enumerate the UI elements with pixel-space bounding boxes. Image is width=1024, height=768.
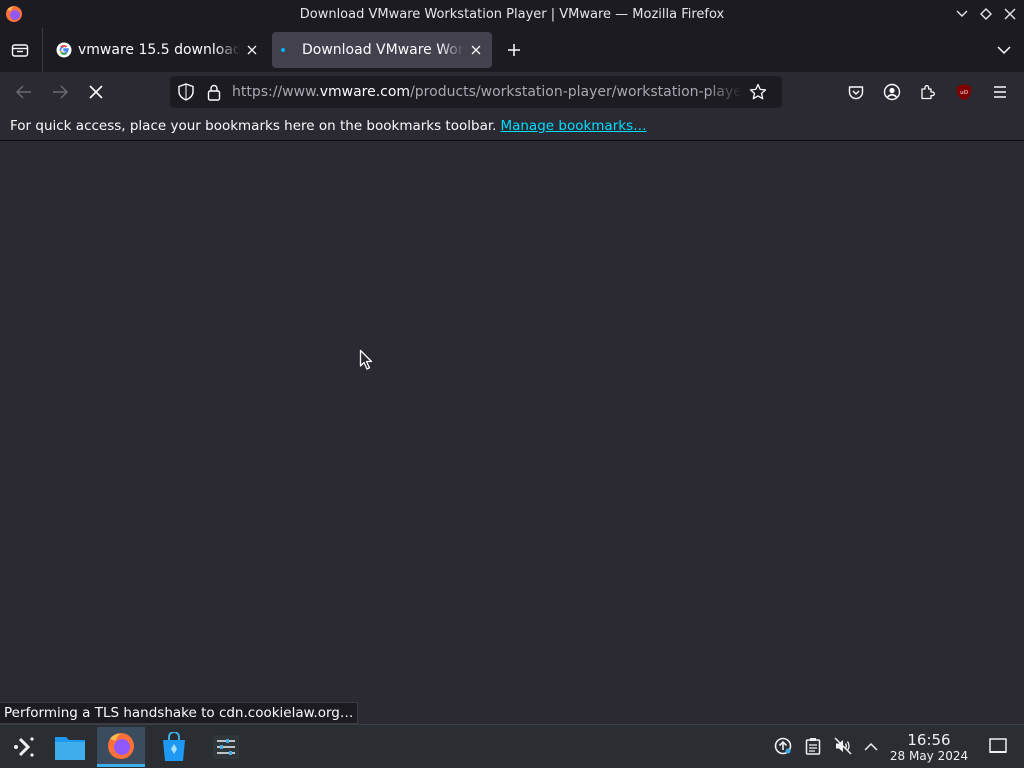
hamburger-menu-icon[interactable] <box>988 80 1012 104</box>
window-titlebar: Download VMware Workstation Player | VMw… <box>0 0 1024 28</box>
google-icon <box>56 42 72 58</box>
close-tab-icon[interactable] <box>468 42 484 58</box>
bookmarks-toolbar: For quick access, place your bookmarks h… <box>0 112 1024 141</box>
forward-button[interactable] <box>48 80 72 104</box>
volume-muted-icon[interactable] <box>832 735 854 757</box>
tracking-protection-shield-icon[interactable] <box>176 82 196 102</box>
update-notifier-icon[interactable] <box>772 735 794 757</box>
new-tab-button[interactable] <box>502 40 526 60</box>
tab-vmware-download[interactable]: Download VMware Workstation Player | VMw… <box>272 32 492 68</box>
minimize-button[interactable] <box>952 4 972 24</box>
clipboard-icon[interactable] <box>802 735 824 757</box>
show-desktop-icon[interactable] <box>987 735 1009 757</box>
tab-strip: vmware 15.5 download Download VMware Wor… <box>0 28 1024 72</box>
svg-text:uO: uO <box>960 90 968 96</box>
app-launcher-icon[interactable] <box>0 727 48 767</box>
tab-label: Download VMware Workstation Player | VMw… <box>302 42 464 58</box>
mouse-cursor-icon <box>359 349 373 375</box>
tab-label: vmware 15.5 download <box>78 42 240 58</box>
maximize-button[interactable] <box>976 4 996 24</box>
clock-time: 16:56 <box>907 731 951 749</box>
window-controls <box>952 4 1020 24</box>
firefox-taskbar-icon[interactable] <box>97 727 145 767</box>
bookmark-star-icon[interactable] <box>748 82 768 102</box>
url-domain: vmware.com <box>319 84 411 100</box>
url-path: /products/workstation-player/workstation… <box>410 84 742 100</box>
file-manager-icon[interactable] <box>46 727 94 767</box>
extensions-puzzle-icon[interactable] <box>916 80 940 104</box>
show-hidden-icons-chevron-up-icon[interactable] <box>860 735 882 757</box>
digital-clock[interactable]: 16:56 28 May 2024 <box>884 731 974 763</box>
tab-google-search[interactable]: vmware 15.5 download <box>48 32 268 68</box>
back-button[interactable] <box>12 80 36 104</box>
url-prefix: https://www. <box>232 84 320 100</box>
firefox-view-button[interactable] <box>6 38 34 62</box>
url-bar[interactable]: https://www.vmware.com/products/workstat… <box>170 76 782 108</box>
loading-dot-icon <box>280 42 296 58</box>
status-panel: Performing a TLS handshake to cdn.cookie… <box>0 702 359 724</box>
stop-loading-button[interactable] <box>84 80 108 104</box>
ublock-origin-icon[interactable]: uO <box>952 80 976 104</box>
bookmarks-empty-message: For quick access, place your bookmarks h… <box>10 118 497 134</box>
clock-date: 28 May 2024 <box>889 749 969 763</box>
discover-store-icon[interactable] <box>150 727 198 767</box>
page-content-area[interactable] <box>0 142 1024 724</box>
window-title: Download VMware Workstation Player | VMw… <box>299 6 725 22</box>
tab-separator <box>42 28 43 72</box>
url-text[interactable]: https://www.vmware.com/products/workstat… <box>232 84 742 100</box>
firefox-icon[interactable] <box>4 4 24 24</box>
lock-icon[interactable] <box>204 82 224 102</box>
account-icon[interactable] <box>880 80 904 104</box>
close-tab-icon[interactable] <box>244 42 260 58</box>
close-window-button[interactable] <box>1000 4 1020 24</box>
manage-bookmarks-link[interactable]: Manage bookmarks… <box>500 118 646 134</box>
nav-toolbar: https://www.vmware.com/products/workstat… <box>0 72 1024 112</box>
pocket-icon[interactable] <box>844 80 868 104</box>
system-settings-icon[interactable] <box>202 727 250 767</box>
taskbar: 16:56 28 May 2024 <box>0 724 1024 768</box>
list-all-tabs-button[interactable] <box>994 40 1014 60</box>
